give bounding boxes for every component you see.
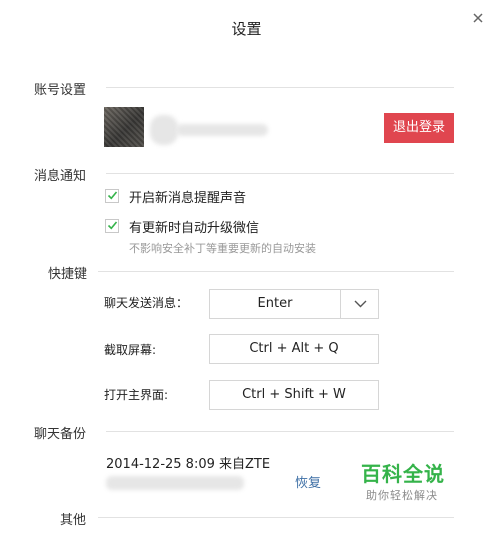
logout-button[interactable]: 退出登录 <box>384 113 454 143</box>
shortcut-field-open-main[interactable]: Ctrl + Shift + W <box>209 380 379 410</box>
section-label-account: 账号设置 <box>34 83 87 98</box>
section-label-backup: 聊天备份 <box>34 427 87 442</box>
checkbox-auto-update[interactable] <box>105 219 119 233</box>
dialog-title: 设置 <box>231 20 262 38</box>
nickname-redacted <box>176 124 268 136</box>
check-icon <box>107 221 118 230</box>
option-label-auto-update: 有更新时自动升级微信 <box>129 221 260 236</box>
checkbox-new-message-sound[interactable] <box>105 189 119 203</box>
shortcut-field-send[interactable]: Enter <box>209 289 341 319</box>
option-label-new-message-sound: 开启新消息提醒声音 <box>129 191 247 206</box>
close-icon[interactable] <box>468 8 488 28</box>
watermark-title: 百科全说 <box>361 462 445 486</box>
divider <box>98 517 454 518</box>
divider <box>106 173 454 174</box>
backup-detail-redacted <box>106 476 244 490</box>
check-icon <box>107 191 118 200</box>
divider <box>106 87 454 88</box>
section-label-shortcuts: 快捷键 <box>48 267 88 282</box>
divider <box>106 431 454 432</box>
section-label-other: 其他 <box>60 513 87 528</box>
section-label-notifications: 消息通知 <box>34 169 87 184</box>
backup-info: 2014-12-25 8:09 来自ZTE <box>106 457 271 472</box>
watermark-subtitle: 助你轻松解决 <box>366 489 438 502</box>
shortcut-label-send: 聊天发送消息： <box>104 296 189 310</box>
divider <box>98 271 454 272</box>
shortcut-label-open-main: 打开主界面: <box>104 388 169 402</box>
chevron-down-icon <box>354 300 367 308</box>
shortcut-dropdown-button[interactable] <box>340 289 379 319</box>
update-hint: 不影响安全补丁等重要更新的自动安装 <box>129 242 316 255</box>
avatar <box>104 107 144 147</box>
nickname-redacted <box>150 115 178 145</box>
restore-link[interactable]: 恢复 <box>295 472 321 491</box>
shortcut-field-screenshot[interactable]: Ctrl + Alt + Q <box>209 334 379 364</box>
shortcut-label-screenshot: 截取屏幕: <box>104 343 157 357</box>
